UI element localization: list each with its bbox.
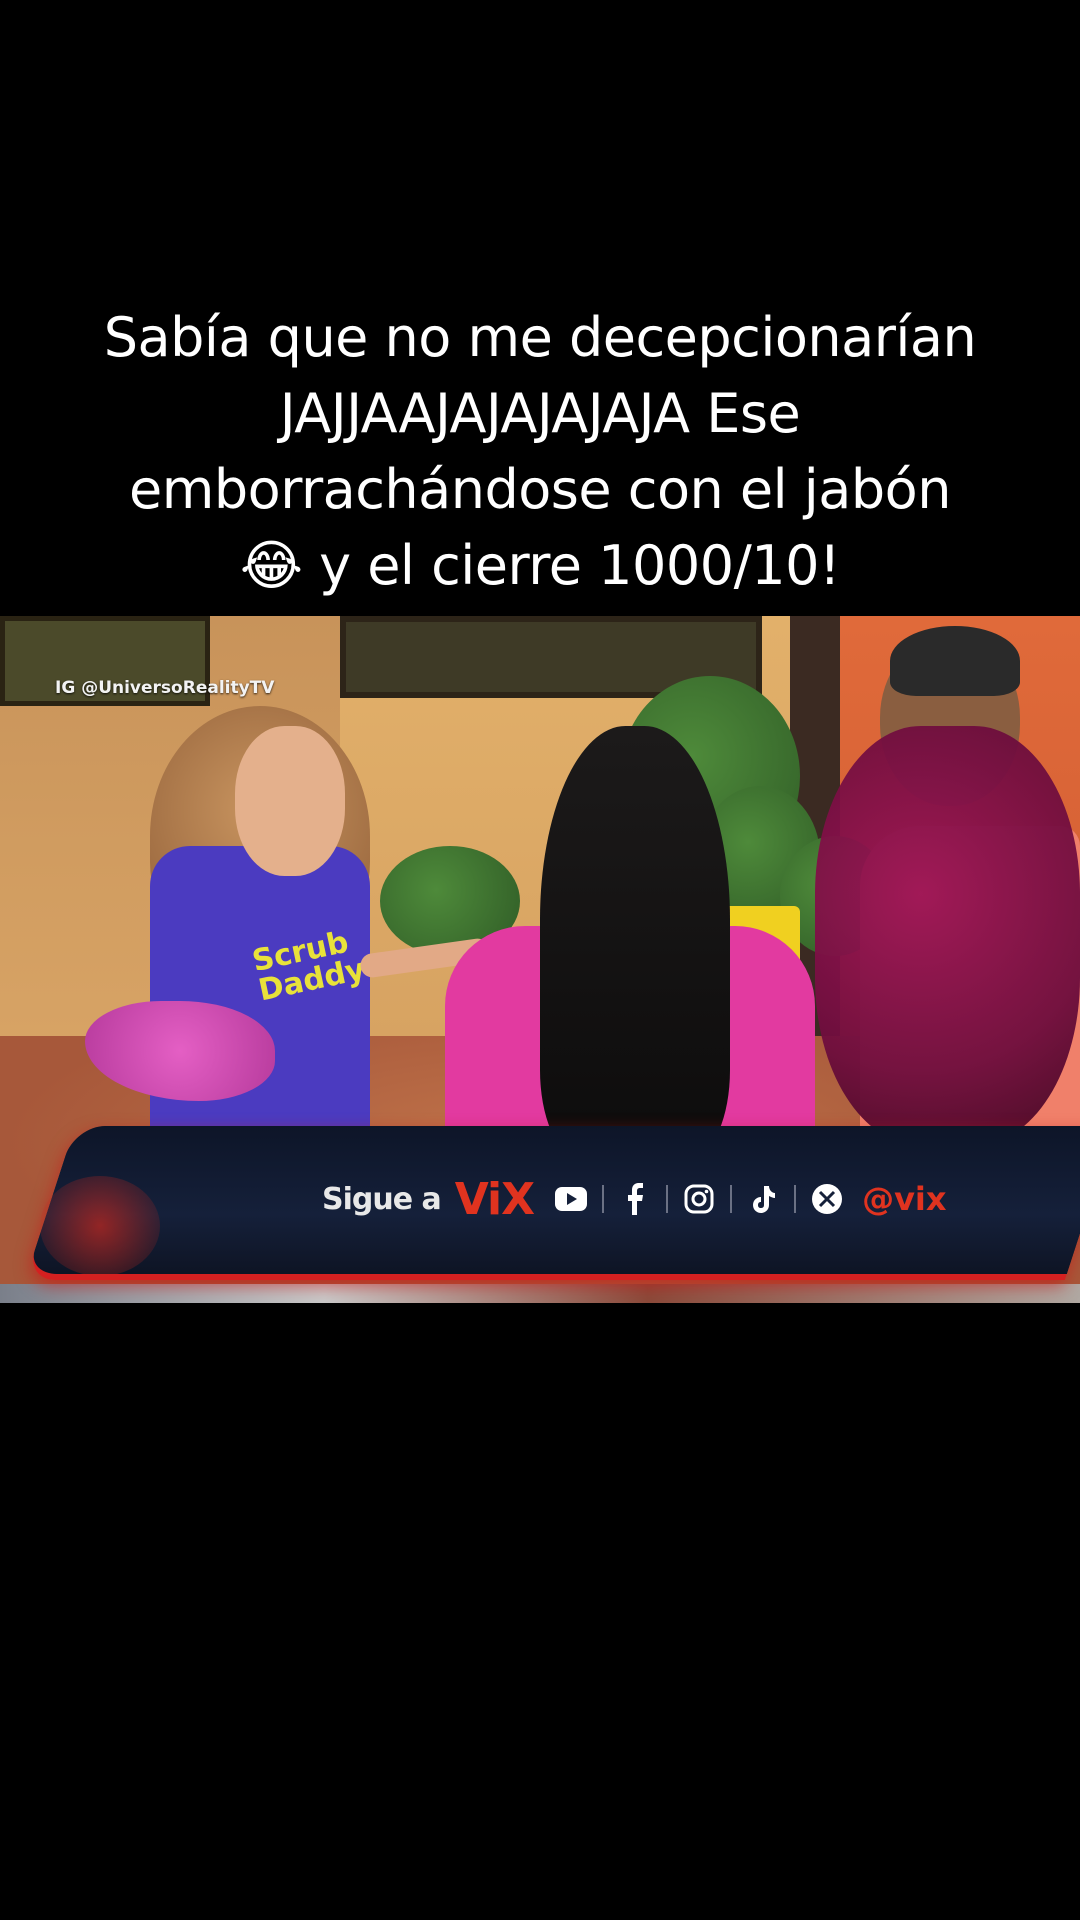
man-hair (890, 626, 1020, 696)
separator (602, 1185, 605, 1213)
center-person-hair (540, 726, 730, 1156)
video-bottom-strip (0, 1284, 1080, 1303)
caption-line-3: emborrachándose con el jabón (129, 458, 951, 521)
follow-label: Sigue a (322, 1181, 442, 1217)
separator (794, 1185, 797, 1213)
vix-handle: @vix (862, 1180, 947, 1218)
watermark: IG @UniversoRealityTV (55, 678, 275, 698)
x-icon (810, 1182, 844, 1216)
facebook-icon (618, 1182, 652, 1216)
vix-logo: ViX (454, 1173, 535, 1225)
youtube-icon (554, 1182, 588, 1216)
tiktok-icon (746, 1182, 780, 1216)
separator (666, 1185, 669, 1213)
banner-glow (40, 1176, 160, 1276)
woman-face (235, 726, 345, 876)
instagram-icon (682, 1182, 716, 1216)
feather-boa (815, 726, 1080, 1146)
banner-content: Sigue a ViX @vix (322, 1173, 947, 1225)
separator (730, 1185, 733, 1213)
caption-line-4: 😂 y el cierre 1000/10! (239, 534, 841, 597)
caption-line-1: Sabía que no me decepcionarían (103, 306, 977, 369)
caption-line-2: JAJJAAJAJAJAJAJA Ese (279, 382, 801, 445)
post-caption: Sabía que no me decepcionarían JAJJAAJAJ… (40, 300, 1040, 604)
video-player[interactable]: Scrub Daddy IG @UniversoRealityTV Sigue … (0, 616, 1080, 1303)
